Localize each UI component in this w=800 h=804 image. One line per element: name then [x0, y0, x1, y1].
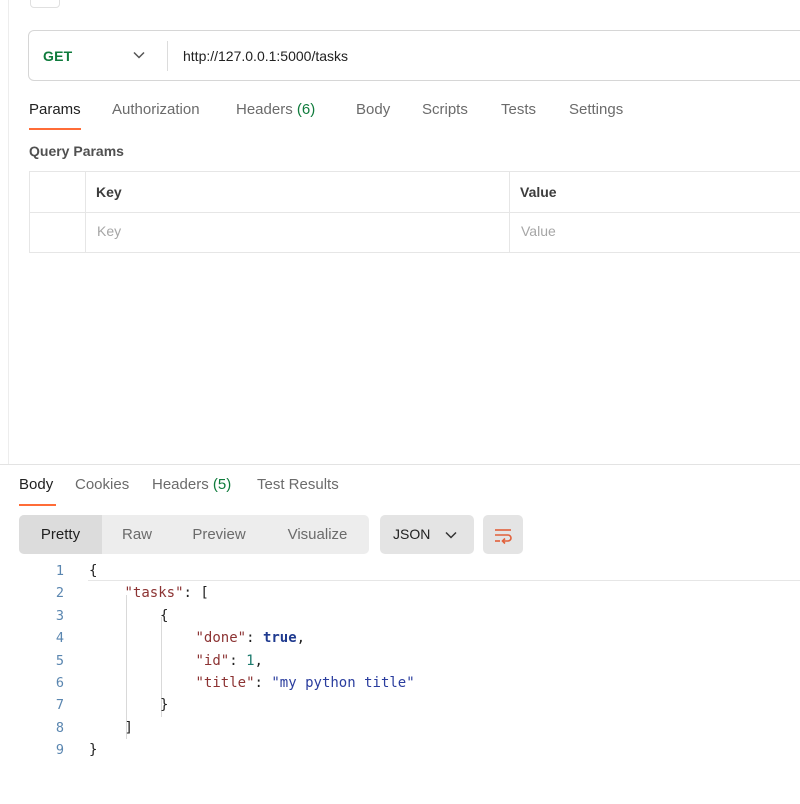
code-line: 6 "title": "my python title" — [0, 673, 800, 695]
tab-label: Body — [19, 476, 54, 493]
json-punctuation: : [ — [183, 585, 209, 602]
tab-label: Body — [356, 101, 391, 118]
line-number: 6 — [55, 675, 64, 691]
wrap-lines-button[interactable] — [483, 515, 523, 554]
active-tab-indicator — [19, 504, 56, 506]
code-text: "done": true, — [196, 630, 306, 646]
json-number: 1 — [246, 652, 255, 669]
tab-label: Test Results — [257, 476, 339, 493]
params-table: Key Value Key Value — [29, 171, 800, 253]
code-line: 4 "done": true, — [0, 628, 800, 650]
tab-label: Settings — [569, 101, 624, 118]
column-divider — [85, 172, 86, 252]
format-label: JSON — [393, 526, 431, 542]
line-number: 3 — [55, 607, 64, 624]
json-key: "tasks" — [124, 585, 184, 602]
url-input[interactable]: http://127.0.0.1:5000/tasks — [183, 48, 348, 64]
line-number: 8 — [55, 719, 64, 736]
json-punctuation: , — [296, 630, 306, 647]
chevron-down-icon[interactable] — [132, 48, 146, 62]
tab-cookies[interactable]: Cookies — [75, 476, 129, 493]
json-punctuation: } — [89, 742, 98, 759]
wrap-lines-icon — [495, 529, 512, 545]
tab-authorization[interactable]: Authorization — [112, 101, 200, 118]
code-text: "id": 1, — [196, 653, 263, 669]
view-visualize-button[interactable]: Visualize — [266, 515, 369, 554]
code-text: { — [89, 563, 97, 579]
request-bar: GET http://127.0.0.1:5000/tasks — [28, 30, 800, 81]
line-number: 4 — [55, 630, 64, 647]
line-number: 2 — [55, 585, 64, 602]
json-key: "id" — [195, 652, 230, 669]
value-input[interactable]: Value — [521, 223, 556, 239]
json-punctuation: : — [229, 652, 247, 669]
view-preview-button[interactable]: Preview — [172, 515, 266, 554]
view-mode-selector: Pretty Raw Preview Visualize — [19, 515, 369, 554]
tab-label: Authorization — [112, 101, 200, 118]
key-input[interactable]: Key — [97, 223, 121, 239]
tab-label: Headers — [152, 476, 209, 493]
column-header-key: Key — [96, 184, 122, 200]
line-number: 1 — [55, 563, 64, 579]
code-line: 9} — [0, 740, 800, 762]
tab-headers[interactable]: Headers (6) — [236, 101, 315, 118]
column-divider — [509, 172, 510, 252]
json-punctuation: ] — [124, 719, 133, 736]
code-line: 8] — [0, 718, 800, 740]
headers-count: (6) — [296, 101, 316, 118]
view-pretty-button[interactable]: Pretty — [19, 515, 102, 554]
json-punctuation: , — [254, 652, 263, 669]
row-divider — [30, 212, 800, 213]
json-string: "my python title" — [271, 675, 415, 691]
code-text: { — [160, 608, 168, 624]
tab-response-headers[interactable]: Headers (5) — [152, 476, 231, 493]
view-raw-button[interactable]: Raw — [102, 515, 172, 554]
top-bar-fragment — [30, 0, 60, 8]
code-line: 2 "tasks": [ — [0, 583, 800, 605]
response-headers-count: (5) — [212, 476, 232, 493]
code-text: "title": "my python title" — [196, 675, 415, 691]
json-punctuation: { — [160, 607, 169, 624]
active-tab-indicator — [29, 128, 81, 130]
tab-settings[interactable]: Settings — [569, 101, 623, 118]
tab-tests[interactable]: Tests — [501, 101, 536, 118]
tab-params[interactable]: Params — [29, 101, 81, 118]
divider — [167, 41, 168, 71]
code-text: } — [160, 697, 168, 713]
code-text: "tasks": [ — [125, 585, 209, 601]
code-line: 1{ — [0, 561, 800, 583]
json-key: "done" — [195, 630, 247, 647]
tab-body[interactable]: Body — [356, 101, 390, 118]
tab-label: Scripts — [422, 101, 468, 118]
json-punctuation: } — [160, 697, 169, 714]
json-key: "title" — [195, 675, 255, 691]
line-number: 9 — [55, 742, 64, 759]
tab-label: Headers — [236, 101, 293, 118]
method-select[interactable]: GET — [43, 48, 72, 64]
json-punctuation: : — [254, 675, 272, 691]
tab-response-body[interactable]: Body — [19, 476, 53, 493]
tab-scripts[interactable]: Scripts — [422, 101, 468, 118]
json-punctuation: : — [246, 630, 263, 647]
line-number: 5 — [55, 652, 64, 669]
code-line: 5 "id": 1, — [0, 651, 800, 673]
json-punctuation: { — [89, 563, 98, 579]
code-line: 3{ — [0, 606, 800, 628]
code-text: ] — [125, 720, 133, 736]
tab-test-results[interactable]: Test Results — [257, 476, 339, 493]
tab-label: Cookies — [75, 476, 130, 493]
tab-label: Params — [29, 101, 81, 118]
pane-divider[interactable] — [0, 464, 800, 465]
code-line: 7} — [0, 695, 800, 717]
format-select[interactable]: JSON — [380, 515, 474, 554]
code-text: } — [89, 742, 97, 758]
column-header-value: Value — [520, 184, 557, 200]
tab-label: Tests — [501, 101, 537, 118]
line-number: 7 — [55, 697, 64, 714]
json-boolean: true — [262, 630, 297, 647]
chevron-down-icon — [445, 531, 457, 539]
left-border — [8, 0, 9, 464]
query-params-title: Query Params — [29, 143, 124, 159]
